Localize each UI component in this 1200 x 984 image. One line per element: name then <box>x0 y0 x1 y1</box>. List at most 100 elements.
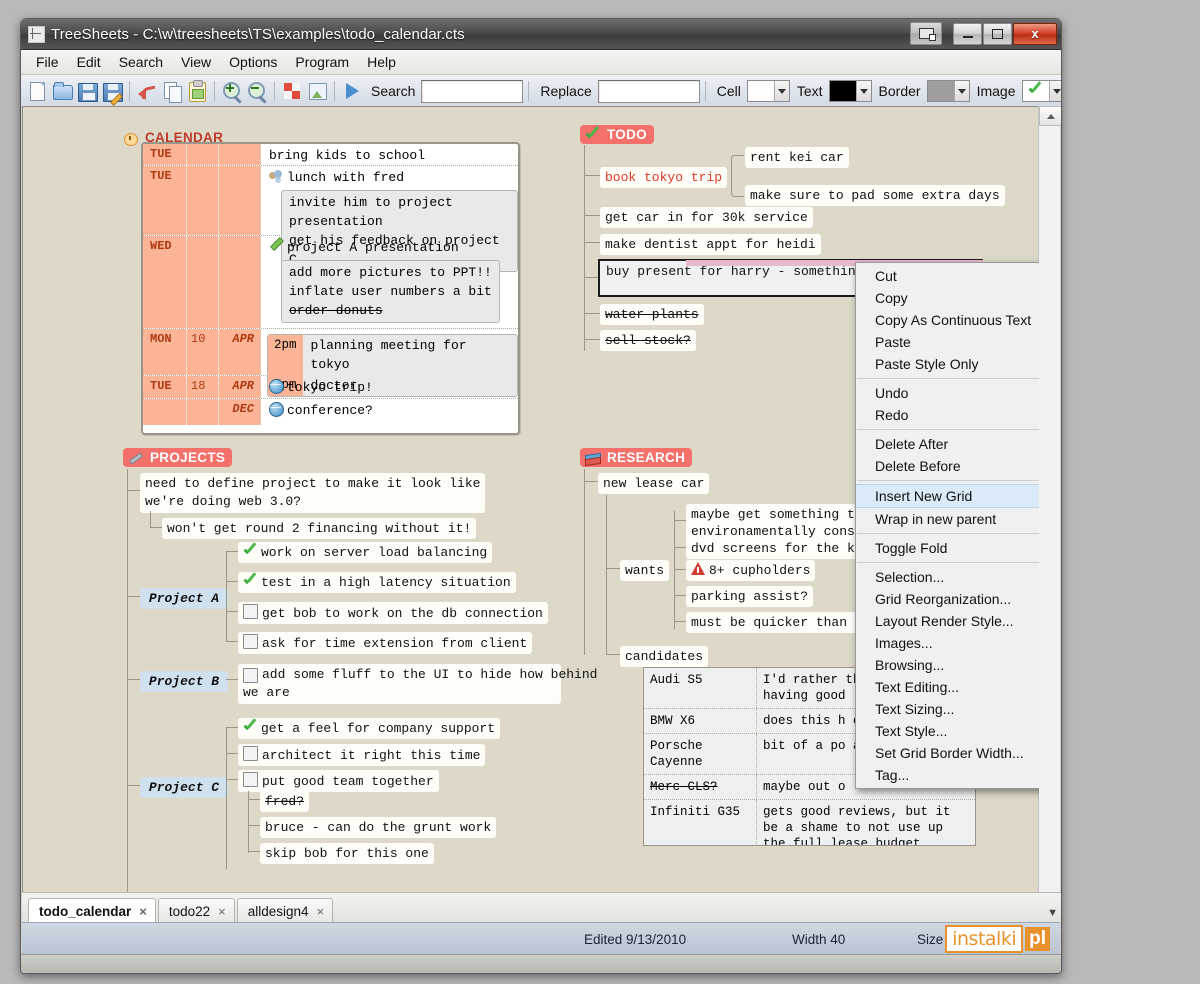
menu-item-undo[interactable]: UndoCTRL+z <box>856 382 1039 404</box>
chevron-down-icon[interactable] <box>954 81 969 101</box>
checkbox-icon[interactable] <box>243 634 258 649</box>
zoom-out-icon[interactable] <box>245 79 269 103</box>
color-palette-icon[interactable] <box>280 79 304 103</box>
vertical-scrollbar[interactable] <box>1038 106 1060 914</box>
chevron-down-icon[interactable] <box>774 81 789 101</box>
project-person[interactable]: fred? <box>260 791 309 812</box>
menu-item-set-grid-border-width[interactable]: Set Grid Border Width... <box>856 742 1039 764</box>
project-person[interactable]: skip bob for this one <box>260 843 434 864</box>
tab-overflow-chevron-icon[interactable]: ▼ <box>1047 907 1058 919</box>
zoom-in-icon[interactable] <box>220 79 244 103</box>
menu-search[interactable]: Search <box>110 52 172 72</box>
research-want[interactable]: parking assist? <box>686 586 813 607</box>
menu-options[interactable]: Options <box>220 52 286 72</box>
menu-item-layout-render-style[interactable]: Layout Render Style... <box>856 610 1039 632</box>
calendar-entry[interactable]: project A presentation <box>287 240 459 255</box>
todo-subitem[interactable]: rent kei car <box>745 147 849 168</box>
todo-item[interactable]: sell stock? <box>600 330 696 351</box>
calendar-grid[interactable]: TUE bring kids to school TUE lunch with … <box>141 142 520 435</box>
checkbox-icon[interactable] <box>243 604 258 619</box>
project-task[interactable]: get a feel for company support <box>238 718 500 739</box>
image-picker[interactable] <box>1022 80 1063 102</box>
border-color-picker[interactable] <box>927 80 970 102</box>
table-row[interactable]: Infiniti G35 gets good reviews, but it b… <box>644 800 975 846</box>
research-want[interactable]: maybe get something th environamentally … <box>686 504 868 542</box>
project-a-label[interactable]: Project A <box>140 588 228 609</box>
tab-alldesign4[interactable]: alldesign4 × <box>237 898 333 923</box>
menu-item-images[interactable]: Images... <box>856 632 1039 654</box>
project-task[interactable]: test in a high latency situation <box>238 572 516 593</box>
todo-item[interactable]: get car in for 30k service <box>600 207 813 228</box>
menu-item-insert-new-grid[interactable]: Insert New GridINS <box>856 484 1039 508</box>
restore-window-button[interactable] <box>910 22 942 45</box>
menu-file[interactable]: File <box>27 52 68 72</box>
menu-help[interactable]: Help <box>358 52 405 72</box>
project-task[interactable]: add some fluff to the UI to hide how beh… <box>238 664 561 704</box>
menu-item-wrap-in-new-parent[interactable]: Wrap in new parentF9 <box>856 508 1039 530</box>
research-wants-label[interactable]: wants <box>620 560 669 581</box>
checkbox-icon[interactable] <box>243 772 258 787</box>
chevron-down-icon[interactable] <box>1049 81 1063 101</box>
replace-input[interactable] <box>598 80 700 103</box>
tab-close-icon[interactable]: × <box>317 904 325 919</box>
research-want[interactable]: 8+ cupholders <box>686 560 815 581</box>
tab-todo-calendar[interactable]: todo_calendar × <box>28 898 156 923</box>
research-candidates-label[interactable]: candidates <box>620 646 708 667</box>
calendar-entry[interactable]: tokyo trip! <box>287 380 373 395</box>
table-row[interactable]: TUE bring kids to school <box>143 144 518 166</box>
undo-icon[interactable] <box>135 79 159 103</box>
title-bar[interactable]: TreeSheets - C:\w\treesheets\TS\examples… <box>21 19 1061 50</box>
menu-item-delete-before[interactable]: Delete BeforeBACK <box>856 455 1039 477</box>
menu-item-text-sizing[interactable]: Text Sizing... <box>856 698 1039 720</box>
project-task[interactable]: architect it right this time <box>238 744 485 766</box>
scroll-up-button[interactable] <box>1039 106 1062 126</box>
checkbox-icon[interactable] <box>243 668 258 683</box>
new-document-icon[interactable] <box>25 79 49 103</box>
menu-item-grid-reorganization[interactable]: Grid Reorganization... <box>856 588 1039 610</box>
context-menu[interactable]: CutCTRL+x CopyCTRL+c Copy As Continuous … <box>855 262 1039 789</box>
text-color-picker[interactable] <box>829 80 872 102</box>
menu-item-cut[interactable]: CutCTRL+x <box>856 265 1039 287</box>
menu-item-selection[interactable]: Selection... <box>856 566 1039 588</box>
research-want[interactable]: dvd screens for the ki <box>686 538 868 559</box>
research-root[interactable]: new lease car <box>598 473 709 494</box>
projects-note-child[interactable]: won't get round 2 financing without it! <box>162 518 476 539</box>
menu-item-paste[interactable]: PasteCTRL+v <box>856 331 1039 353</box>
menu-edit[interactable]: Edit <box>68 52 110 72</box>
menu-item-copy-as-continuous-text[interactable]: Copy As Continuous Text <box>856 309 1039 331</box>
project-task[interactable]: work on server load balancing <box>238 542 492 563</box>
table-row[interactable]: DEC conference? <box>143 399 518 425</box>
project-c-label[interactable]: Project C <box>140 777 228 798</box>
run-icon[interactable] <box>340 79 364 103</box>
copy-icon[interactable] <box>160 79 184 103</box>
project-person[interactable]: bruce - can do the grunt work <box>260 817 496 838</box>
insert-image-icon[interactable] <box>305 79 329 103</box>
menu-item-text-editing[interactable]: Text Editing... <box>856 676 1039 698</box>
project-task[interactable]: put good team together <box>238 770 439 792</box>
tab-close-icon[interactable]: × <box>139 904 147 919</box>
todo-subitem[interactable]: make sure to pad some extra days <box>745 185 1005 206</box>
menu-program[interactable]: Program <box>286 52 358 72</box>
save-as-icon[interactable] <box>100 79 124 103</box>
chevron-down-icon[interactable] <box>856 81 871 101</box>
checkbox-icon[interactable] <box>243 746 258 761</box>
cell-color-picker[interactable] <box>747 80 790 102</box>
tab-todo22[interactable]: todo22 × <box>158 898 235 923</box>
todo-item[interactable]: book tokyo trip <box>600 167 727 188</box>
todo-item[interactable]: water plants <box>600 304 704 325</box>
table-row[interactable]: TUE 18 APR tokyo trip! <box>143 376 518 399</box>
project-task[interactable]: get bob to work on the db connection <box>238 602 548 624</box>
calendar-entry[interactable]: bring kids to school <box>261 144 518 165</box>
menu-item-delete-after[interactable]: Delete AfterDEL <box>856 433 1039 455</box>
paste-icon[interactable] <box>185 79 209 103</box>
menu-item-copy[interactable]: CopyCTRL+c <box>856 287 1039 309</box>
menu-item-paste-style-only[interactable]: Paste Style OnlyCTRL+SHIFT+v <box>856 353 1039 375</box>
open-folder-icon[interactable] <box>50 79 74 103</box>
table-row[interactable]: MON 10 APR 2pm planning meeting for toky… <box>143 329 518 376</box>
todo-item[interactable]: make dentist appt for heidi <box>600 234 821 255</box>
menu-item-tag[interactable]: Tag... <box>856 764 1039 786</box>
tab-close-icon[interactable]: × <box>218 904 226 919</box>
menu-item-browsing[interactable]: Browsing... <box>856 654 1039 676</box>
calendar-subnote[interactable]: add more pictures to PPT!! inflate user … <box>281 260 500 323</box>
sheet-canvas[interactable]: CALENDAR TUE bring kids to school TUE lu… <box>22 106 1039 915</box>
